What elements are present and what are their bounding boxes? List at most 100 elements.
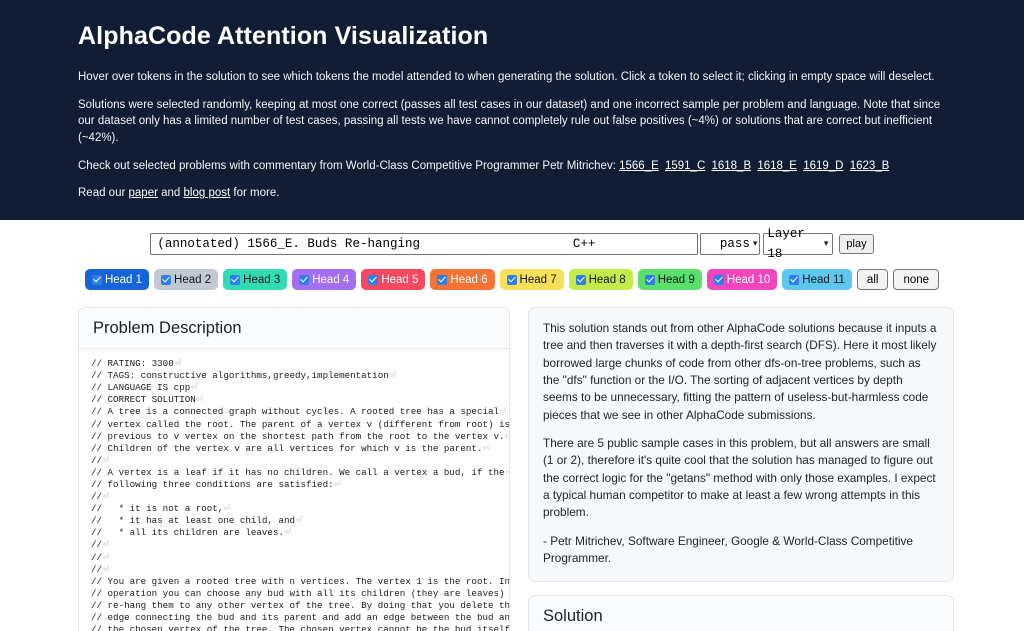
code-line: // previous to v vertex on the shortest … <box>91 431 509 443</box>
wrap-marker-icon: ⏎ <box>102 563 110 575</box>
code-line: // following three conditions are satisf… <box>91 478 342 490</box>
problem-link-1566-e[interactable]: 1566_E <box>619 160 659 172</box>
code-line: //⏎ <box>91 491 110 503</box>
select-none-heads-button[interactable]: none <box>893 269 940 291</box>
read-more-middle: and <box>157 187 184 200</box>
checkbox-icon <box>91 274 102 285</box>
problem-link-1618-b[interactable]: 1618_B <box>711 160 751 172</box>
chevron-down-icon: ▾ <box>752 239 758 250</box>
problem-link-1619-d[interactable]: 1619_D <box>803 160 843 172</box>
header-read-more-paragraph: Read our paper and blog post for more. <box>78 185 946 202</box>
commentary-attribution: - Petr Mitrichev, Software Engineer, Goo… <box>543 533 913 565</box>
checkbox-icon <box>161 274 172 285</box>
problem-link-1623-b[interactable]: 1623_B <box>850 160 890 172</box>
code-line: // A tree is a connected graph without c… <box>91 406 507 418</box>
code-line: // You are given a rooted tree with n ve… <box>91 575 509 587</box>
wrap-marker-icon: ⏎ <box>195 394 204 406</box>
checkbox-icon <box>713 274 724 285</box>
code-line: //⏎ <box>91 563 110 575</box>
problem-select-value: (annotated) 1566_E. Buds Re-hanging <box>157 237 420 252</box>
head-toggle-6[interactable]: Head 6 <box>430 269 495 291</box>
head-toggle-5[interactable]: Head 5 <box>361 269 426 291</box>
head-toggle-11[interactable]: Head 11 <box>782 269 852 291</box>
head-toggle-label: Head 8 <box>588 273 626 286</box>
chevron-down-icon: ▾ <box>823 239 829 250</box>
code-line: // CORRECT SOLUTION⏎ <box>91 394 204 406</box>
head-toggle-label: Head 11 <box>802 273 845 286</box>
wrap-marker-icon: ⏎ <box>388 370 397 382</box>
header-problem-links-paragraph: Check out selected problems with comment… <box>78 158 946 175</box>
problem-link-1591-c[interactable]: 1591_C <box>665 160 705 172</box>
read-more-suffix: for more. <box>230 187 280 200</box>
code-line: // edge connecting the bud and its paren… <box>91 612 509 623</box>
head-toggle-8[interactable]: Head 8 <box>568 269 633 291</box>
head-toggle-4[interactable]: Head 4 <box>292 269 357 291</box>
attention-heads-row: Head 1 Head 2 Head 3 Head 4 Head 5 Head 6 Head… <box>0 269 1024 291</box>
code-line: // * it is not a root,⏎ <box>91 503 232 515</box>
main-content: Problem Description // RATING: 3300⏎// T… <box>0 290 1024 631</box>
code-line: // operation you can choose any bud with… <box>91 587 509 599</box>
wrap-marker-icon: ⏎ <box>499 406 507 418</box>
code-line: //⏎ <box>91 551 110 563</box>
code-line: // * all its children are leaves.⏎ <box>91 527 292 539</box>
head-toggle-label: Head 7 <box>519 273 557 286</box>
status-select-value: pass <box>719 237 750 252</box>
checkbox-icon <box>437 274 448 285</box>
head-toggle-label: Head 9 <box>657 273 695 286</box>
controls-row: (annotated) 1566_E. Buds Re-hanging C++ … <box>0 227 1024 261</box>
wrap-marker-icon: ⏎ <box>173 358 182 370</box>
wrap-marker-icon: ⏎ <box>505 431 509 442</box>
status-select[interactable]: pass ▾ <box>700 233 761 256</box>
commentary-paragraph-1: This solution stands out from other Alph… <box>543 321 937 422</box>
wrap-marker-icon: ⏎ <box>283 527 292 539</box>
solution-title: Solution <box>529 596 953 631</box>
problem-description-code[interactable]: // RATING: 3300⏎// TAGS: constructive al… <box>79 349 509 631</box>
solution-panel: Solution #include <bits/stdc++.h>⏎using … <box>528 595 954 631</box>
code-line: // vertex called the root. The parent of… <box>91 418 509 430</box>
layer-select[interactable]: Layer 18 ▾ <box>763 227 834 261</box>
wrap-marker-icon: ⏎ <box>223 503 232 515</box>
checkbox-icon <box>575 274 586 285</box>
commentary-paragraph-2: There are 5 public sample cases in this … <box>543 436 936 520</box>
checkbox-icon <box>789 274 800 285</box>
head-toggle-9[interactable]: Head 9 <box>637 269 702 291</box>
problem-select[interactable]: (annotated) 1566_E. Buds Re-hanging C++ <box>150 233 699 256</box>
code-line: // the chosen vertex of the tree. The ch… <box>91 624 509 631</box>
head-toggle-7[interactable]: Head 7 <box>499 269 564 291</box>
select-all-heads-button[interactable]: all <box>856 269 889 291</box>
page-title: AlphaCode Attention Visualization <box>78 22 489 50</box>
checkbox-icon <box>299 274 310 285</box>
head-toggle-1[interactable]: Head 1 <box>84 269 150 291</box>
toolbar-area: (annotated) 1566_E. Buds Re-hanging C++ … <box>0 220 1024 291</box>
checkbox-icon <box>368 274 379 285</box>
header-intro-paragraph: Hover over tokens in the solution to see… <box>78 71 935 83</box>
head-toggle-label: Head 2 <box>174 273 212 286</box>
code-line: // re-hang them to any other vertex of t… <box>91 599 509 611</box>
head-toggle-2[interactable]: Head 2 <box>154 269 219 291</box>
problem-links-intro: Check out selected problems with comment… <box>78 159 616 172</box>
wrap-marker-icon: ⏎ <box>482 442 491 454</box>
checkbox-icon <box>506 274 517 285</box>
code-line: // RATING: 3300⏎ <box>91 358 182 370</box>
wrap-marker-icon: ⏎ <box>333 478 342 490</box>
play-button[interactable]: play <box>839 234 874 255</box>
paper-link[interactable]: paper <box>129 187 158 199</box>
problem-description-panel: Problem Description // RATING: 3300⏎// T… <box>78 307 510 631</box>
problem-link-1618-e[interactable]: 1618_E <box>757 160 797 172</box>
left-column: Problem Description // RATING: 3300⏎// T… <box>78 307 510 631</box>
head-toggle-3[interactable]: Head 3 <box>223 269 288 291</box>
problem-description-title: Problem Description <box>79 308 509 350</box>
head-toggle-10[interactable]: Head 10 <box>706 269 778 291</box>
layer-select-value: Layer 18 <box>767 227 805 262</box>
checkbox-icon <box>644 274 655 285</box>
blog-post-link[interactable]: blog post <box>184 187 231 199</box>
wrap-marker-icon: ⏎ <box>190 382 198 394</box>
wrap-marker-icon: ⏎ <box>295 515 303 527</box>
page-header: AlphaCode Attention Visualization Hover … <box>0 0 1024 221</box>
checkbox-icon <box>230 274 241 285</box>
head-toggle-label: Head 10 <box>726 273 771 286</box>
wrap-marker-icon: ⏎ <box>102 454 110 466</box>
code-line: //⏎ <box>91 454 110 466</box>
header-dataset-paragraph: Solutions were selected randomly, keepin… <box>78 98 941 145</box>
head-toggle-label: Head 5 <box>381 273 419 286</box>
